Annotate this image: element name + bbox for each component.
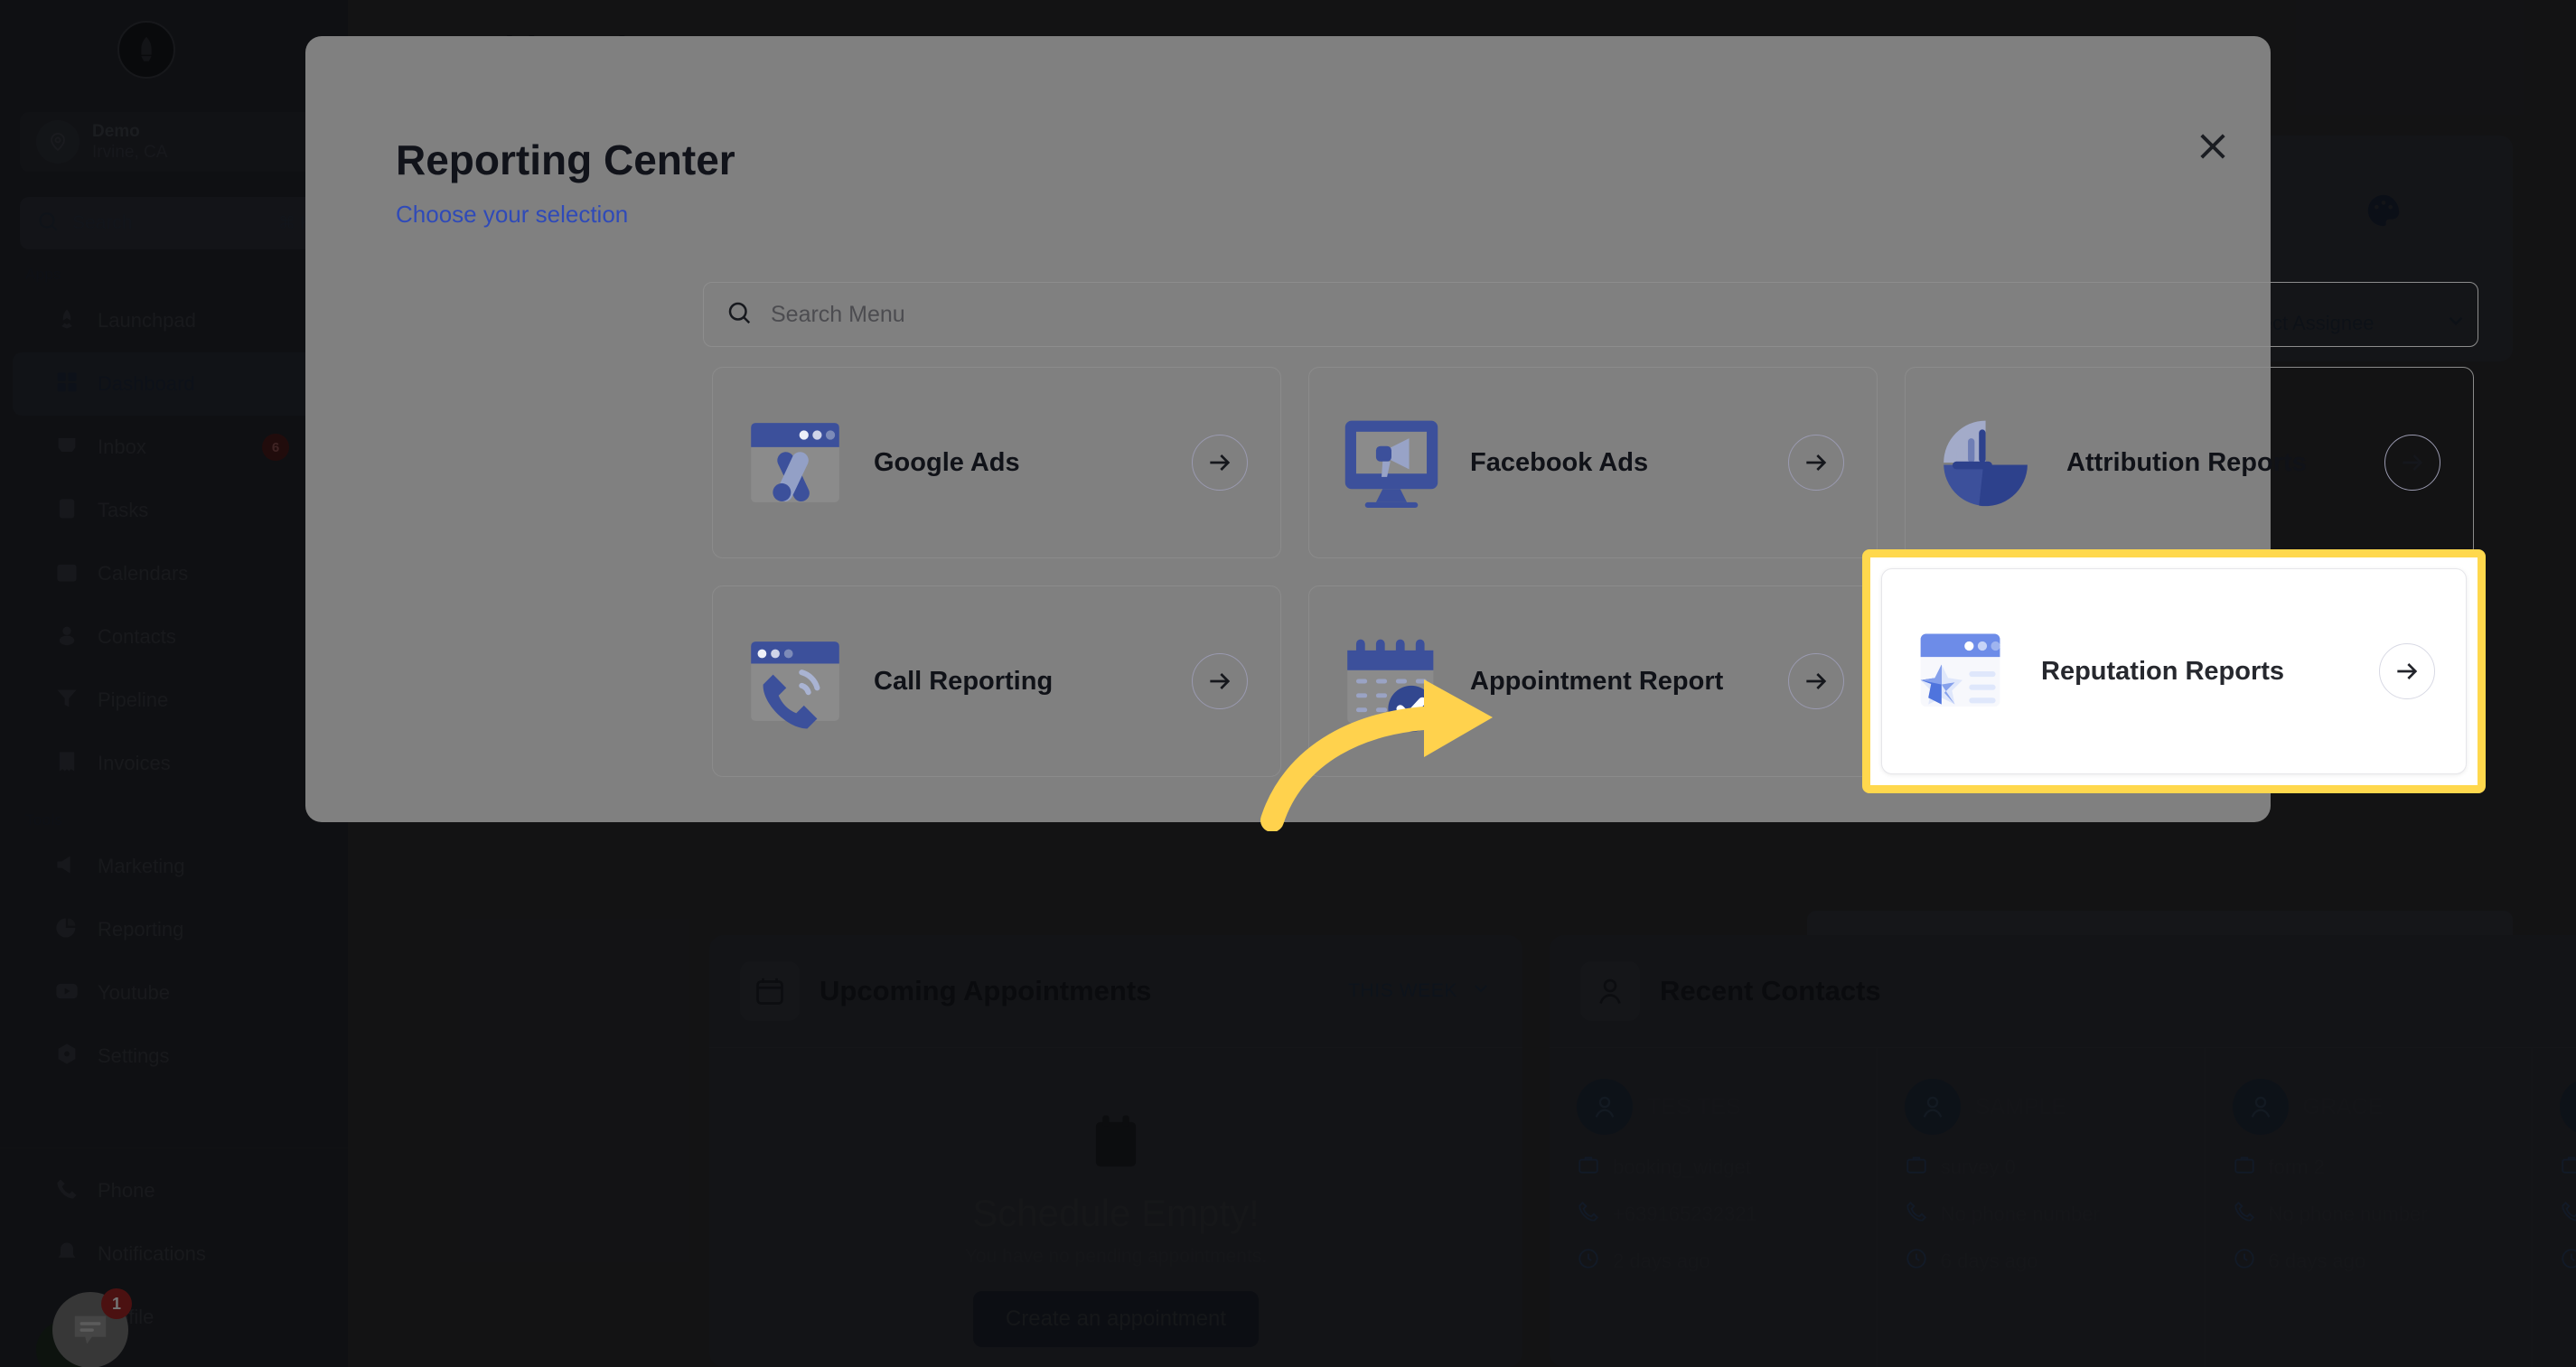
report-card-facebook-ads[interactable]: Facebook Ads (1308, 367, 1878, 558)
report-card-label: Google Ads (874, 447, 1020, 477)
report-card-label: Reputation Reports (2041, 656, 2285, 686)
attribution-pie-bar-icon (1933, 407, 2043, 518)
report-card-google-ads[interactable]: Google Ads (712, 367, 1281, 558)
arrow-right-icon[interactable] (1788, 435, 1844, 491)
call-reporting-phone-icon (740, 626, 850, 736)
facebook-ads-monitor-icon (1336, 407, 1447, 518)
report-card-reputation-reports[interactable]: Reputation Reports (1881, 568, 2467, 774)
report-card-label: Call Reporting (874, 666, 1054, 696)
modal-subtitle: Choose your selection (396, 201, 629, 228)
arrow-right-icon[interactable] (1192, 653, 1248, 709)
report-card-label: Facebook Ads (1470, 447, 1649, 477)
report-card-call-reporting[interactable]: Call Reporting (712, 585, 1281, 777)
arrow-right-icon[interactable] (1192, 435, 1248, 491)
screen-root: Demo Irvine, CA Search ⌘ K Apps Launchpa… (0, 0, 2576, 1367)
close-icon[interactable] (2189, 123, 2236, 170)
reputation-star-browser-icon (1907, 616, 2018, 726)
highlight-outline: Reputation Reports (1862, 549, 2486, 793)
curved-arrow-annotation (1256, 623, 1545, 832)
google-ads-icon (740, 407, 850, 518)
search-placeholder: Search Menu (771, 301, 905, 327)
arrow-right-icon[interactable] (2384, 435, 2440, 491)
modal-title: Reporting Center (396, 136, 735, 183)
report-card-attribution-reports[interactable]: Attribution Reports (1905, 367, 2474, 558)
search-input[interactable]: Search Menu (703, 282, 2478, 347)
arrow-right-icon[interactable] (1788, 653, 1844, 709)
arrow-right-icon[interactable] (2379, 643, 2435, 699)
report-card-label: Attribution Reports (2066, 447, 2307, 477)
search-icon (726, 299, 753, 331)
